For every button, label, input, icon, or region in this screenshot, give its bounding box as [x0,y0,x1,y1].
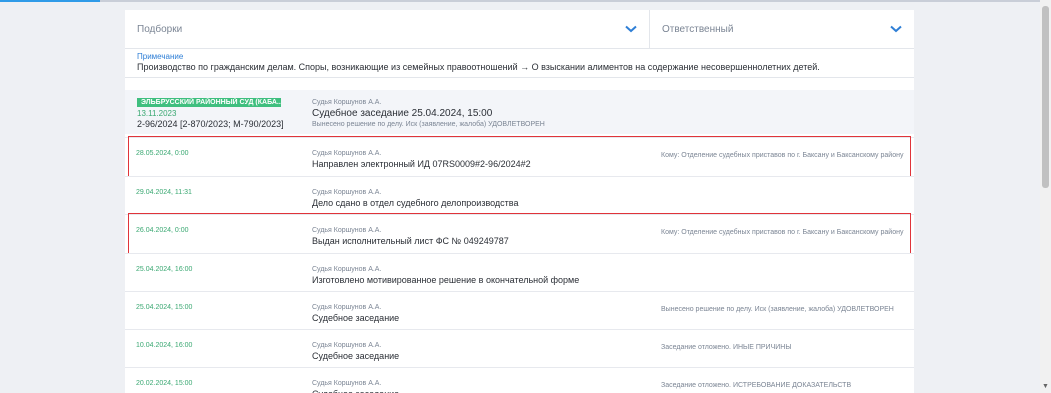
case-event: Судебное заседание 25.04.2024, 15:00 [312,108,493,119]
note-label: Примечание [137,52,184,61]
event-extra: Заседание отложено. ИСТРЕБОВАНИЕ ДОКАЗАТ… [661,382,852,389]
case-result: Вынесено решение по делу. Иск (заявление… [312,121,545,128]
responsible-select-label: Ответственный [662,23,734,35]
event-date: 29.04.2024, 11:31 [136,189,192,196]
case-judge: Судья Коршунов А.А. [312,99,382,106]
event-judge: Судья Коршунов А.А. [312,342,382,349]
event-title: Судебное заседание [312,313,400,323]
highlight-frame [128,213,911,254]
event-date: 10.04.2024, 16:00 [136,342,193,349]
event-row[interactable]: 20.02.2024, 15:00 Судья Коршунов А.А. Суде… [125,367,914,393]
chevron-down-icon [625,25,637,33]
event-row[interactable]: 10.04.2024, 16:00 Судья Коршунов А.А. Суде… [125,329,914,368]
case-date: 13.11.2023 [137,109,177,118]
event-row[interactable]: 29.04.2024, 11:31 Судья Коршунов А.А. Дело… [125,176,914,215]
note-text: Производство по гражданским делам. Споры… [137,62,820,72]
scrollbar[interactable]: ▼ [1040,0,1051,393]
event-judge: Судья Коршунов А.А. [312,266,382,273]
event-judge: Судья Коршунов А.А. [312,380,382,387]
event-extra: Заседание отложено. ИНЫЕ ПРИЧИНЫ [661,344,792,351]
event-date: 20.02.2024, 15:00 [136,380,193,387]
event-date: 25.04.2024, 16:00 [136,266,193,273]
event-title: Изготовлено мотивированное решение в око… [312,275,580,285]
active-tab-indicator [0,0,100,2]
event-title: Судебное заседание [312,389,399,393]
chevron-down-icon [890,25,902,33]
event-judge: Судья Коршунов А.А. [312,189,382,196]
divider [125,77,914,78]
note-block: Примечание Производство по гражданским д… [137,52,907,72]
collections-select[interactable]: Подборки [125,10,650,48]
event-row[interactable]: 25.04.2024, 16:00 Судья Коршунов А.А. Изго… [125,253,914,292]
court-badge: ЭЛЬБРУССКИЙ РАЙОННЫЙ СУД (КАБА... [137,98,281,107]
event-date: 25.04.2024, 15:00 [136,304,193,311]
case-card: Подборки Ответственный Примечание Произв… [125,10,914,393]
highlight-frame [128,136,911,177]
top-tab-strip [0,0,1040,2]
responsible-select[interactable]: Ответственный [650,10,914,48]
event-title: Судебное заседание [312,351,400,361]
filters-bar: Подборки Ответственный [125,10,914,49]
scroll-down-icon[interactable]: ▼ [1042,383,1049,391]
event-judge: Судья Коршунов А.А. [312,304,382,311]
event-row[interactable]: 25.04.2024, 15:00 Судья Коршунов А.А. Суде… [125,291,914,330]
event-title: Дело сдано в отдел судебного делопроизво… [312,198,519,208]
case-number: 2-96/2024 [2-870/2023; М-790/2023] [137,119,284,129]
event-extra: Вынесено решение по делу. Иск (заявление… [661,306,894,313]
collections-select-label: Подборки [137,23,183,35]
scrollbar-thumb[interactable] [1042,6,1049,188]
case-header-row[interactable]: ЭЛЬБРУССКИЙ РАЙОННЫЙ СУД (КАБА... 13.11.… [125,90,914,134]
